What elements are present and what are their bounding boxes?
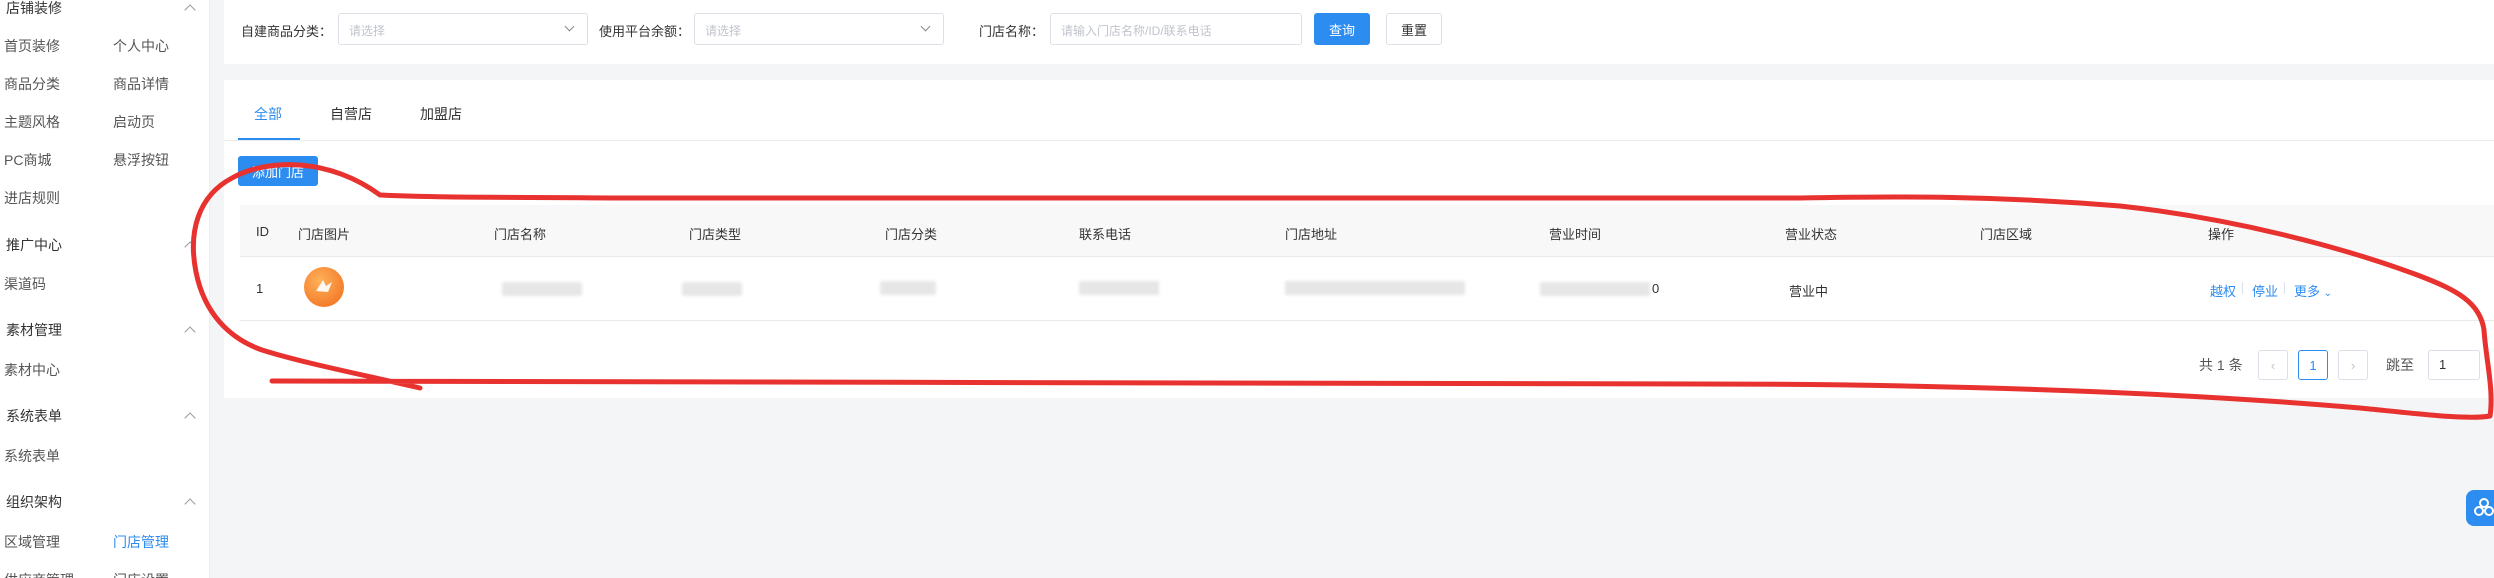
chevron-up-icon xyxy=(184,326,196,338)
sidebar-item-product-detail[interactable]: 商品详情 xyxy=(113,74,169,94)
tab-self-operated[interactable]: 自营店 xyxy=(330,104,372,124)
action-separator xyxy=(2284,282,2285,294)
store-image xyxy=(304,267,344,307)
store-logo-icon xyxy=(316,280,332,292)
store-name-placeholder: 请输入门店名称/ID/联系电话 xyxy=(1061,24,1212,38)
sidebar-item-home-decoration[interactable]: 首页装修 xyxy=(4,36,60,56)
chevron-down-icon xyxy=(920,21,931,32)
category-label: 自建商品分类： xyxy=(241,24,333,39)
column-header-actions: 操作 xyxy=(2208,227,2235,242)
balance-select[interactable]: 请选择 xyxy=(694,13,944,45)
redacted-store-category xyxy=(880,281,936,295)
balance-placeholder: 请选择 xyxy=(705,24,742,38)
column-header-store-type: 门店类型 xyxy=(689,227,742,242)
cell-business-status: 营业中 xyxy=(1789,284,1829,299)
query-button[interactable]: 查询 xyxy=(1314,13,1370,45)
sidebar-item-theme-style[interactable]: 主题风格 xyxy=(4,112,60,132)
redacted-store-name xyxy=(502,282,582,296)
cell-business-hours: 0 xyxy=(1652,281,1660,296)
table-row: 1 0 营业中 越权 停业 更多 ⌄ xyxy=(240,257,2494,321)
sidebar-group-promotion[interactable]: ▸ 推广中心 xyxy=(0,233,209,257)
cluster-icon xyxy=(2474,498,2494,516)
group-title: 组织架构 xyxy=(6,494,62,510)
group-title: 店铺装修 xyxy=(6,0,62,16)
chevron-down-icon: ⌄ xyxy=(2323,288,2333,299)
pagination-total: 共 1 条 xyxy=(2199,357,2243,373)
redacted-phone xyxy=(1079,281,1159,295)
sidebar-item-system-forms[interactable]: 系统表单 xyxy=(4,446,60,466)
sidebar-item-store-management[interactable]: 门店管理 xyxy=(113,532,169,552)
group-title: 推广中心 xyxy=(6,237,62,253)
sidebar-item-product-category[interactable]: 商品分类 xyxy=(4,74,60,94)
filter-bar: 自建商品分类： 请选择 使用平台余额： 请选择 门店名称： 请输入门店名称/ID… xyxy=(224,0,2494,64)
store-name-label: 门店名称： xyxy=(979,24,1045,39)
sidebar-item-launch-page[interactable]: 启动页 xyxy=(113,112,155,132)
next-page-button[interactable]: › xyxy=(2338,350,2368,380)
page-button-current[interactable]: 1 xyxy=(2298,350,2328,380)
action-separator xyxy=(2242,282,2243,294)
sidebar-group-system-forms[interactable]: ▸ 系统表单 xyxy=(0,404,209,428)
chevron-up-icon xyxy=(184,241,196,253)
chevron-down-icon xyxy=(564,21,575,32)
column-header-business-hours: 营业时间 xyxy=(1549,227,1602,242)
tab-franchise[interactable]: 加盟店 xyxy=(420,104,462,124)
sidebar-item-region-management[interactable]: 区域管理 xyxy=(4,532,60,552)
more-dropdown[interactable]: 更多 ⌄ xyxy=(2294,281,2332,300)
jump-label: 跳至 xyxy=(2386,357,2414,373)
chevron-left-icon: ‹ xyxy=(2270,357,2276,373)
more-label: 更多 xyxy=(2294,284,2321,299)
column-header-store-region: 门店区域 xyxy=(1980,227,2033,242)
reset-button[interactable]: 重置 xyxy=(1386,13,1442,45)
chevron-up-icon xyxy=(184,498,196,510)
chevron-up-icon xyxy=(184,412,196,424)
column-header-business-status: 营业状态 xyxy=(1785,227,1838,242)
sidebar-item-channel-code[interactable]: 渠道码 xyxy=(4,274,46,294)
sidebar-group-store-decoration[interactable]: ▸ 店铺装修 xyxy=(0,0,209,20)
add-store-button[interactable]: 添加门店 xyxy=(238,156,318,186)
category-select[interactable]: 请选择 xyxy=(338,13,588,45)
prev-page-button[interactable]: ‹ xyxy=(2258,350,2288,380)
permission-link[interactable]: 越权 xyxy=(2210,281,2236,300)
group-title: 系统表单 xyxy=(6,408,62,424)
store-list-card: 全部 自营店 加盟店 添加门店 ID 门店图片 门店名称 门店类型 门店分类 联… xyxy=(224,80,2494,398)
sidebar-group-materials[interactable]: ▸ 素材管理 xyxy=(0,318,209,342)
column-header-store-image: 门店图片 xyxy=(298,227,351,242)
chevron-right-icon: › xyxy=(2350,357,2356,373)
sidebar-item-material-center[interactable]: 素材中心 xyxy=(4,360,60,380)
tab-all[interactable]: 全部 xyxy=(254,104,282,124)
balance-label: 使用平台余额： xyxy=(599,24,691,39)
jump-page-input[interactable]: 1 xyxy=(2428,350,2480,380)
column-header-phone: 联系电话 xyxy=(1079,227,1132,242)
column-header-id: ID xyxy=(256,224,269,239)
store-name-input[interactable]: 请输入门店名称/ID/联系电话 xyxy=(1050,13,1302,45)
sidebar-item-entry-rules[interactable]: 进店规则 xyxy=(4,188,60,208)
column-header-address: 门店地址 xyxy=(1285,227,1338,242)
sidebar: ▸ 店铺装修 首页装修 个人中心 商品分类 商品详情 主题风格 启动页 PC商城… xyxy=(0,0,210,578)
sidebar-item-pc-mall[interactable]: PC商城 xyxy=(4,150,51,170)
tabs-divider xyxy=(224,140,2494,141)
suspend-link[interactable]: 停业 xyxy=(2252,281,2278,300)
redacted-address xyxy=(1285,281,1465,295)
tab-active-indicator xyxy=(238,138,300,140)
sidebar-item-supplier-management[interactable]: 供应商管理 xyxy=(4,570,74,578)
column-header-store-name: 门店名称 xyxy=(494,227,547,242)
cell-id: 1 xyxy=(256,281,264,296)
sidebar-item-store-settings[interactable]: 门店设置 xyxy=(113,570,169,578)
redacted-store-type xyxy=(682,282,742,296)
sidebar-item-floating-button[interactable]: 悬浮按钮 xyxy=(113,150,169,170)
sidebar-group-organization[interactable]: ▸ 组织架构 xyxy=(0,490,209,514)
floating-widget-button[interactable] xyxy=(2466,490,2494,526)
redacted-business-hours xyxy=(1540,282,1650,296)
group-title: 素材管理 xyxy=(6,322,62,338)
category-placeholder: 请选择 xyxy=(349,24,386,38)
table-header: ID 门店图片 门店名称 门店类型 门店分类 联系电话 门店地址 营业时间 营业… xyxy=(240,205,2494,257)
column-header-store-category: 门店分类 xyxy=(885,227,938,242)
chevron-up-icon xyxy=(184,4,196,16)
sidebar-item-user-center[interactable]: 个人中心 xyxy=(113,36,169,56)
